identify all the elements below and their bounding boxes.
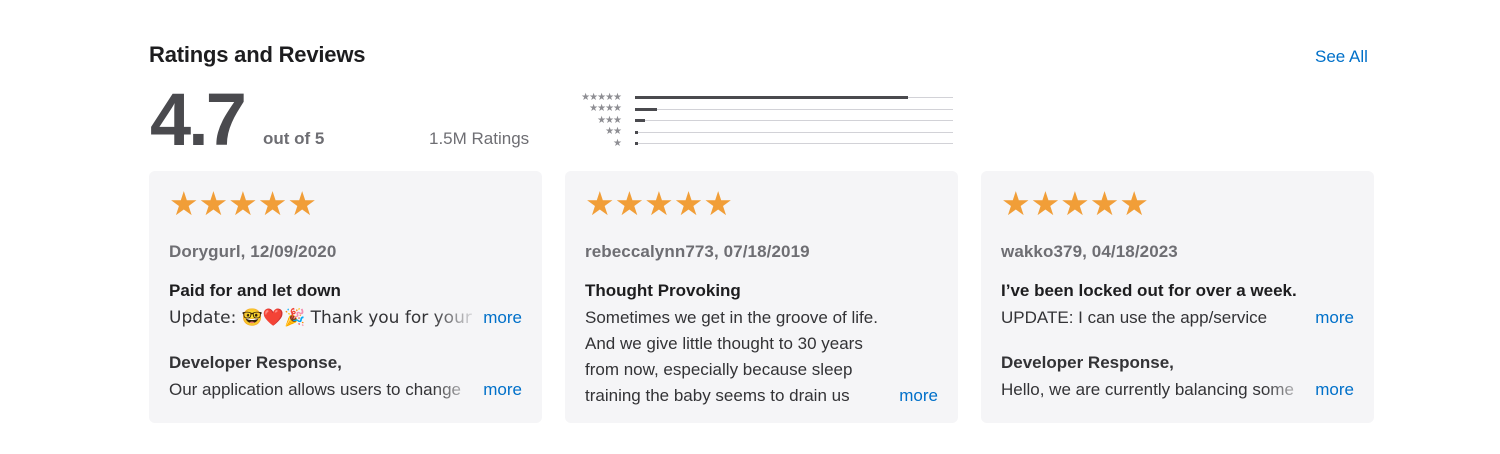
review-body-text: Update: 🤓❤️🎉 Thank you for your xyxy=(169,308,472,328)
review-body-text: UPDATE: I can use the app/service xyxy=(1001,308,1268,327)
review-body-line: And we give little thought to 30 years xyxy=(585,334,863,353)
one-star-label: ★ xyxy=(613,137,622,149)
review-card[interactable]: ★★★★★ wakko379, 04/18/2023 I’ve been loc… xyxy=(981,171,1374,423)
star-rating: ★★★★★ xyxy=(169,185,317,222)
review-title: Thought Provoking xyxy=(585,281,741,300)
two-star-label: ★★ xyxy=(605,126,622,138)
see-all-link[interactable]: See All xyxy=(1315,47,1368,67)
histogram-row-4: ★★★★ xyxy=(563,104,959,116)
developer-response-body: Our application allows users to change m… xyxy=(169,377,522,403)
histogram-row-2: ★★ xyxy=(563,127,959,139)
histogram-row-1: ★ xyxy=(563,138,959,150)
histogram-track xyxy=(635,142,953,146)
developer-response-text: Our application allows users to change xyxy=(169,380,461,399)
section-title: Ratings and Reviews xyxy=(149,42,366,67)
developer-response-text: Hello, we are currently balancing some xyxy=(1001,380,1294,399)
histogram-track xyxy=(635,119,953,123)
more-link[interactable]: more xyxy=(895,383,938,409)
out-of-label: out of 5 xyxy=(263,129,325,148)
developer-response-title: Developer Response, xyxy=(169,353,342,372)
developer-more-link[interactable]: more xyxy=(1311,377,1354,403)
more-link[interactable]: more xyxy=(479,305,522,331)
review-title: Paid for and let down xyxy=(169,281,341,300)
review-author-date: wakko379, 04/18/2023 xyxy=(1001,242,1178,261)
histogram-bar-5 xyxy=(635,96,909,100)
histogram-row-5: ★★★★★ xyxy=(563,92,959,104)
three-star-label: ★★★ xyxy=(597,114,622,126)
review-body: Sometimes we get in the groove of life. … xyxy=(585,305,938,409)
rating-histogram: ★★★★★ ★★★★ ★★★ ★★ ★ xyxy=(563,92,959,150)
review-body: Update: 🤓❤️🎉 Thank you for your more xyxy=(169,305,522,331)
more-link[interactable]: more xyxy=(1311,305,1354,331)
developer-response-title: Developer Response, xyxy=(1001,353,1174,372)
review-title: I’ve been locked out for over a week. xyxy=(1001,281,1297,300)
five-star-label: ★★★★★ xyxy=(581,91,622,103)
histogram-bar-4 xyxy=(635,107,658,111)
histogram-track xyxy=(635,130,953,134)
total-ratings: 1.5M Ratings xyxy=(429,129,530,148)
review-author-date: Dorygurl, 12/09/2020 xyxy=(169,242,337,261)
review-body-line: Sometimes we get in the groove of life. xyxy=(585,308,878,327)
star-rating: ★★★★★ xyxy=(585,185,733,222)
review-author-date: rebeccalynn773, 07/18/2019 xyxy=(585,242,810,261)
average-score: 4.7 xyxy=(150,78,247,161)
developer-response-body: Hello, we are currently balancing some m… xyxy=(1001,377,1354,403)
four-star-label: ★★★★ xyxy=(589,103,622,115)
histogram-bar-1 xyxy=(635,142,639,146)
review-body: UPDATE: I can use the app/service more xyxy=(1001,305,1354,331)
review-card[interactable]: ★★★★★ Dorygurl, 12/09/2020 Paid for and … xyxy=(149,171,542,423)
histogram-bar-3 xyxy=(635,119,645,123)
review-body-line: training the baby seems to drain us xyxy=(585,386,850,405)
histogram-row-3: ★★★ xyxy=(563,115,959,127)
review-card[interactable]: ★★★★★ rebeccalynn773, 07/18/2019 Thought… xyxy=(565,171,958,423)
star-rating: ★★★★★ xyxy=(1001,185,1149,222)
review-body-line: from now, especially because sleep xyxy=(585,360,853,379)
histogram-track xyxy=(635,96,953,100)
histogram-bar-2 xyxy=(635,130,639,134)
histogram-track xyxy=(635,107,953,111)
developer-more-link[interactable]: more xyxy=(479,377,522,403)
